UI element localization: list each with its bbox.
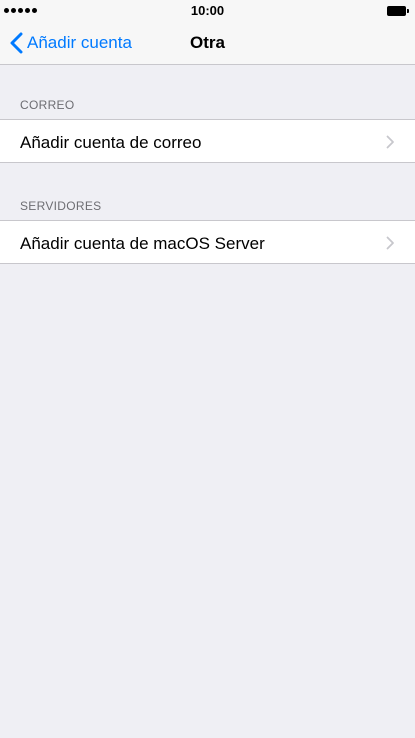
- chevron-right-icon: [386, 135, 395, 149]
- navigation-bar: Añadir cuenta Otra: [0, 22, 415, 65]
- add-macos-server-account-item[interactable]: Añadir cuenta de macOS Server: [0, 220, 415, 264]
- add-mail-account-item[interactable]: Añadir cuenta de correo: [0, 119, 415, 163]
- chevron-right-icon: [386, 236, 395, 250]
- page-title: Otra: [190, 33, 225, 52]
- status-bar: 10:00: [0, 0, 415, 22]
- list-item-label: Añadir cuenta de macOS Server: [20, 234, 265, 253]
- battery-icon: [387, 6, 409, 16]
- list-item-label: Añadir cuenta de correo: [20, 133, 202, 152]
- status-time: 10:00: [190, 3, 225, 18]
- section-header-correo: CORREO: [20, 98, 75, 112]
- section-header-servidores: SERVIDORES: [20, 199, 102, 213]
